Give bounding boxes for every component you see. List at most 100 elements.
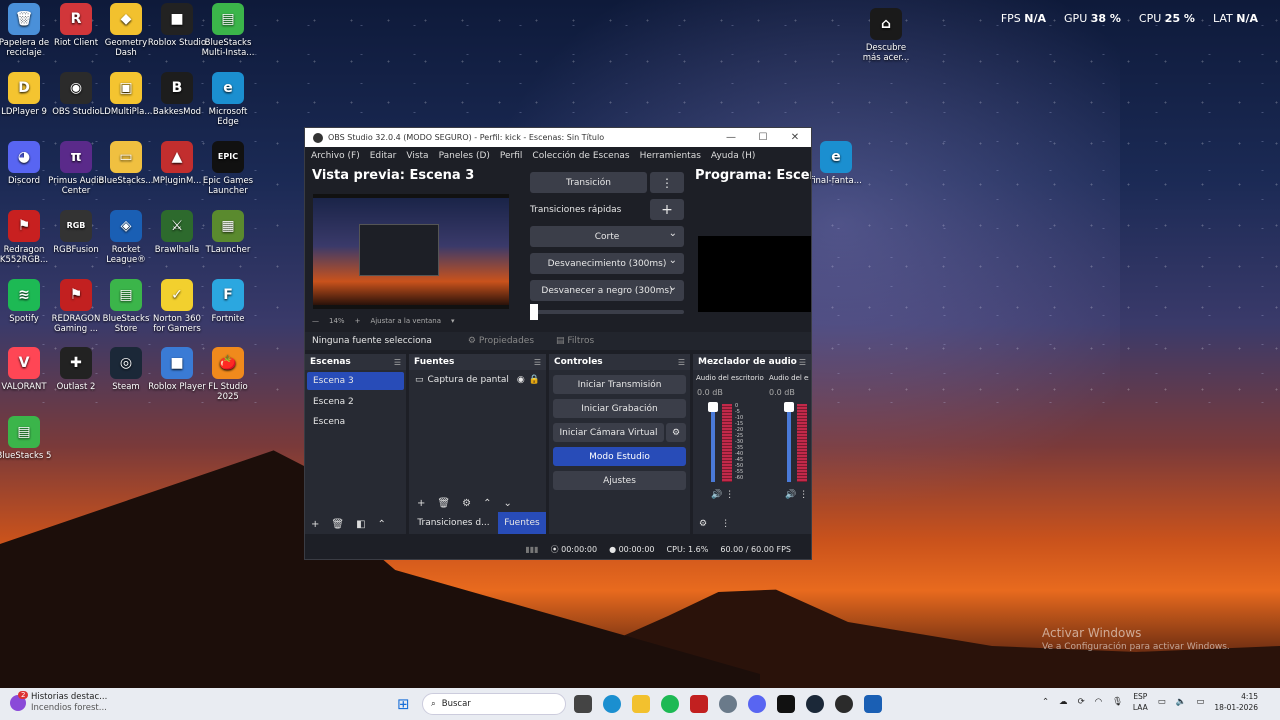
close-icon[interactable]: ✕ <box>779 132 811 143</box>
scene-item[interactable]: Escena <box>305 412 406 432</box>
task-view-icon[interactable] <box>574 695 592 713</box>
menu-ayuda[interactable]: Ayuda (H) <box>711 151 755 161</box>
menu-vista[interactable]: Vista <box>406 151 428 161</box>
dock-menu-icon[interactable]: ☰ <box>799 358 806 367</box>
start-recording-button[interactable]: Iniciar Grabación <box>553 399 686 418</box>
windows-start-icon[interactable]: ⊞ <box>397 695 410 713</box>
desktop-icon-label: TLauncher <box>205 245 251 255</box>
t-bar-handle[interactable] <box>530 304 538 320</box>
advanced-audio-icon[interactable]: ⚙ <box>699 519 707 529</box>
start-virtual-cam-button[interactable]: Iniciar Cámara Virtual <box>553 423 664 442</box>
delete-source-icon[interactable]: 🗑 <box>437 498 450 509</box>
move-up-icon[interactable]: ⌃ <box>483 498 491 509</box>
menu-paneles[interactable]: Paneles (D) <box>439 151 490 161</box>
lock-icon[interactable]: 🔒 <box>529 375 540 385</box>
transition-fade[interactable]: Desvanecimiento (300ms) <box>530 253 684 274</box>
studio-mode-button[interactable]: Modo Estudio <box>553 447 686 466</box>
t-bar-track[interactable] <box>530 310 684 314</box>
scene-item[interactable]: Escena 3 <box>307 372 404 390</box>
cloud-icon[interactable]: ☁ <box>1059 697 1068 707</box>
start-stream-button[interactable]: Iniciar Transmisión <box>553 375 686 394</box>
eye-icon[interactable]: ◉ <box>517 375 525 385</box>
language-indicator[interactable]: ESP LAA <box>1133 691 1148 713</box>
add-quick-transition-icon[interactable]: + <box>650 199 684 220</box>
settings-button[interactable]: Ajustes <box>553 471 686 490</box>
desktop-icon[interactable]: F Fortnite <box>198 279 258 324</box>
transition-button[interactable]: Transición <box>530 172 647 193</box>
desktop-icon[interactable]: e Microsoft Edge <box>198 72 258 127</box>
gear-icon[interactable]: ⚙ <box>462 498 471 509</box>
redragon-icon[interactable] <box>690 695 708 713</box>
maximize-icon[interactable]: ☐ <box>747 132 779 143</box>
more-icon[interactable]: ⋮ <box>721 519 730 529</box>
fit-label[interactable]: Ajustar a la ventana <box>370 317 441 325</box>
add-scene-icon[interactable]: + <box>311 519 319 530</box>
obs-titlebar[interactable]: OBS Studio 32.0.4 (MODO SEGURO) - Perfil… <box>305 128 811 147</box>
volume-slider[interactable] <box>711 406 715 482</box>
clock[interactable]: 4:15 18-01-2026 <box>1214 691 1258 713</box>
menu-coleccion[interactable]: Colección de Escenas <box>532 151 629 161</box>
desktop-icon[interactable]: e final-fanta... <box>806 141 866 186</box>
speaker-icon[interactable]: 🔊 ⋮ <box>785 490 808 500</box>
desktop-icon[interactable]: ▤ BlueStacks 5 <box>0 416 54 461</box>
discord-icon[interactable] <box>748 695 766 713</box>
move-up-icon[interactable]: ⌃ <box>378 519 386 530</box>
dock-menu-icon[interactable]: ☰ <box>678 358 685 367</box>
virtual-cam-settings-icon[interactable]: ⚙ <box>666 423 686 442</box>
move-down-icon[interactable]: ⌄ <box>503 498 511 509</box>
tab-sources[interactable]: Fuentes <box>498 512 546 534</box>
steam-icon[interactable] <box>806 695 824 713</box>
microphone-icon[interactable]: 🎙 <box>1112 697 1123 707</box>
app-icon: F <box>212 279 244 311</box>
delete-scene-icon[interactable]: 🗑 <box>331 519 344 530</box>
desktop-icon[interactable]: 🍅 FL Studio 2025 <box>198 347 258 402</box>
spotify-icon[interactable] <box>661 695 679 713</box>
transition-cut[interactable]: Corte <box>530 226 684 247</box>
minimize-icon[interactable]: — <box>715 132 747 143</box>
volume-icon[interactable]: 🔈 <box>1176 697 1187 707</box>
epic-games-icon[interactable] <box>777 695 795 713</box>
transition-more-icon[interactable]: ⋮ <box>650 172 684 193</box>
source-item[interactable]: ▭ Captura de pantal ◉ 🔒 <box>409 370 546 390</box>
chevron-up-icon[interactable]: ⌃ <box>1042 697 1049 707</box>
desktop-icon[interactable]: ▤ BlueStacks Multi-Insta... <box>198 3 258 58</box>
zoom-in-icon[interactable]: + <box>355 317 361 325</box>
battery-icon[interactable]: ▭ <box>1196 697 1204 707</box>
monitor-icon[interactable]: ▭ <box>1158 697 1166 707</box>
desktop-icon-label: Epic Games Launcher <box>202 176 254 196</box>
desktop-icon[interactable]: ▦ TLauncher <box>198 210 258 255</box>
zoom-out-icon[interactable]: — <box>312 317 319 325</box>
menu-perfil[interactable]: Perfil <box>500 151 523 161</box>
desktop-icon[interactable]: ⌂ Descubre más acer... <box>856 8 916 63</box>
edge-icon[interactable] <box>603 695 621 713</box>
filters-button[interactable]: ▤ Filtros <box>556 336 594 346</box>
menu-herramientas[interactable]: Herramientas <box>640 151 701 161</box>
norton-icon[interactable] <box>864 695 882 713</box>
search-box[interactable]: ⌕ Buscar <box>422 693 566 715</box>
volume-handle[interactable] <box>784 402 794 412</box>
chevron-down-icon[interactable]: ▾ <box>451 317 455 325</box>
desktop-icon[interactable]: EPIC Epic Games Launcher <box>198 141 258 196</box>
filter-scene-icon[interactable]: ◧ <box>356 519 365 530</box>
obs-icon[interactable] <box>835 695 853 713</box>
settings-icon[interactable] <box>719 695 737 713</box>
properties-button[interactable]: ⚙ Propiedades <box>468 336 534 346</box>
dock-menu-icon[interactable]: ☰ <box>534 358 541 367</box>
news-widget[interactable]: 2 Historias destac... Incendios forest..… <box>10 691 107 714</box>
preview-canvas[interactable] <box>313 194 509 309</box>
menu-editar[interactable]: Editar <box>370 151 397 161</box>
sync-icon[interactable]: ⟳ <box>1078 697 1085 707</box>
add-source-icon[interactable]: + <box>417 498 425 509</box>
dock-menu-icon[interactable]: ☰ <box>394 358 401 367</box>
volume-slider[interactable] <box>787 406 791 482</box>
scene-item[interactable]: Escena 2 <box>305 392 406 412</box>
speaker-icon[interactable]: 🔊 ⋮ <box>711 490 734 500</box>
tab-transitions[interactable]: Transiciones d... <box>409 512 498 534</box>
menu-archivo[interactable]: Archivo (F) <box>311 151 360 161</box>
wifi-icon[interactable]: ◠ <box>1095 697 1102 707</box>
file-explorer-icon[interactable] <box>632 695 650 713</box>
volume-handle[interactable] <box>708 402 718 412</box>
obs-window[interactable]: OBS Studio 32.0.4 (MODO SEGURO) - Perfil… <box>304 127 812 560</box>
transition-fade-black[interactable]: Desvanecer a negro (300ms) <box>530 280 684 301</box>
app-icon: ◉ <box>60 72 92 104</box>
